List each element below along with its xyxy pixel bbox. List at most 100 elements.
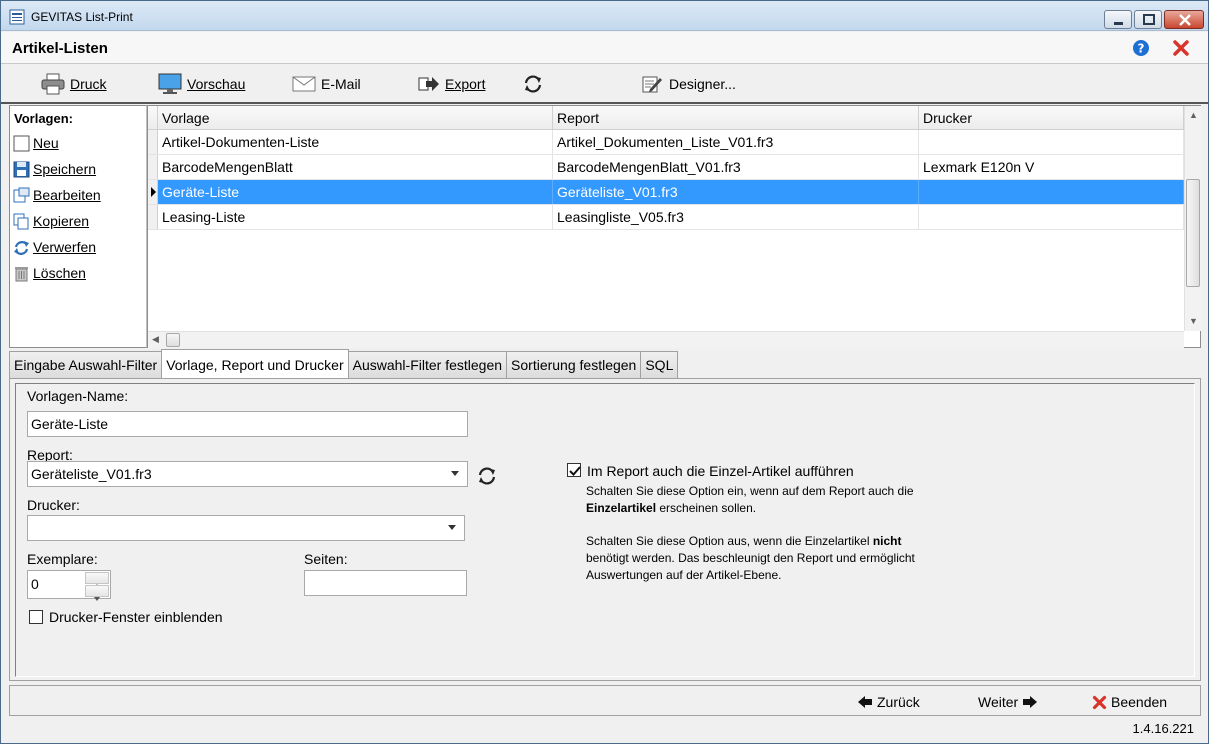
chevron-down-icon (448, 525, 456, 530)
horizontal-scroll-thumb[interactable] (166, 333, 180, 347)
hint-text: Schalten Sie diese Option aus, wenn die … (586, 534, 873, 548)
maximize-icon (1143, 14, 1155, 25)
column-header-vorlage[interactable]: Vorlage (158, 106, 553, 129)
exit-button[interactable]: Beenden (1092, 692, 1167, 712)
einzel-artikel-label: Im Report auch die Einzel-Artikel auffüh… (587, 463, 854, 479)
status-bar: 1.4.16.221 (1, 717, 1208, 743)
row-indicator (148, 130, 158, 154)
spin-up-button[interactable] (85, 572, 109, 588)
vorlagen-name-label: Vorlagen-Name: (27, 388, 129, 404)
sidebar-item-label: Speichern (33, 161, 97, 177)
arrow-right-icon (1023, 696, 1038, 708)
vorlagen-name-input[interactable]: Geräte-Liste (27, 411, 468, 437)
sidebar-item-edit[interactable]: Bearbeiten (13, 185, 101, 205)
drucker-select[interactable] (27, 515, 465, 541)
sidebar-item-delete[interactable]: Löschen (13, 263, 86, 283)
email-button[interactable]: E-Mail (292, 71, 361, 97)
seiten-label: Seiten: (304, 551, 348, 567)
new-document-icon (13, 135, 30, 151)
table-row[interactable]: BarcodeMengenBlatt BarcodeMengenBlatt_V0… (148, 155, 1184, 180)
table-row[interactable]: Leasing-Liste Leasingliste_V05.fr3 (148, 205, 1184, 230)
tab-panel-content: Vorlagen-Name: Geräte-Liste Report: Gerä… (15, 383, 1195, 677)
seiten-input[interactable] (304, 570, 467, 596)
hint-bold: Einzelartikel (586, 501, 657, 515)
navigation-bar: Zurück Weiter Beenden (9, 685, 1201, 716)
drucker-fenster-label: Drucker-Fenster einblenden (49, 609, 223, 625)
sidebar-item-new[interactable]: Neu (13, 133, 59, 153)
next-button-label: Weiter (978, 694, 1019, 710)
tab-eingabe-auswahl-filter[interactable]: Eingabe Auswahl-Filter (9, 351, 163, 378)
tab-vorlage-report-drucker[interactable]: Vorlage, Report und Drucker (161, 349, 349, 378)
app-window: GEVITAS List-Print Artikel-Listen ? Druc… (0, 0, 1209, 744)
table-row[interactable]: Geräte-Liste Geräteliste_V01.fr3 (148, 180, 1184, 205)
sidebar-item-discard[interactable]: Verwerfen (13, 237, 96, 257)
row-indicator (148, 205, 158, 229)
report-select[interactable]: Geräteliste_V01.fr3 (27, 461, 468, 487)
hint-text: Schalten Sie diese Option ein, wenn auf … (586, 484, 914, 498)
drucker-label: Drucker: (27, 497, 80, 513)
einzel-artikel-hint-1: Schalten Sie diese Option ein, wenn auf … (586, 483, 914, 517)
drucker-fenster-checkbox[interactable] (29, 610, 43, 624)
window-title: GEVITAS List-Print (31, 10, 133, 24)
sidebar-item-label: Verwerfen (33, 239, 97, 255)
sidebar-item-label: Löschen (33, 265, 86, 281)
back-button[interactable]: Zurück (857, 692, 920, 712)
discard-icon (14, 240, 29, 255)
refresh-button[interactable] (522, 71, 544, 97)
print-button-label: Druck (70, 76, 107, 92)
cell-vorlage: Leasing-Liste (158, 205, 553, 229)
row-indicator (148, 155, 158, 179)
vertical-scrollbar[interactable]: ▲ ▼ (1184, 106, 1201, 331)
hint-text: erscheinen sollen. (656, 501, 757, 515)
preview-button[interactable]: Vorschau (158, 71, 245, 97)
window-close-button[interactable] (1164, 10, 1204, 29)
column-header-drucker[interactable]: Drucker (919, 106, 1184, 129)
table-row[interactable]: Artikel-Dokumenten-Liste Artikel_Dokumen… (148, 130, 1184, 155)
version-label: 1.4.16.221 (1132, 721, 1194, 736)
hint-text: Schalten Sie diese Option aus, wenn die … (586, 533, 915, 550)
row-indicator (148, 180, 158, 204)
sidebar-item-label: Kopieren (33, 213, 90, 229)
designer-button-label: Designer... (669, 76, 736, 92)
export-arrow-icon (418, 77, 439, 91)
export-button[interactable]: Export (418, 71, 485, 97)
copy-icon (13, 213, 29, 229)
header-bar: Artikel-Listen ? (1, 32, 1208, 64)
minimize-icon (1114, 22, 1123, 25)
maximize-button[interactable] (1134, 10, 1162, 29)
current-row-arrow-icon (151, 187, 156, 197)
preview-button-label: Vorschau (187, 76, 246, 92)
cell-drucker (919, 180, 1184, 204)
checkmark-icon (569, 466, 581, 476)
cell-vorlage: Geräte-Liste (158, 180, 553, 204)
cell-drucker: Lexmark E120n V (919, 155, 1184, 179)
horizontal-scrollbar[interactable]: ◀ (148, 331, 1184, 348)
einzel-artikel-checkbox[interactable] (567, 463, 581, 477)
hint-text: Einzelartikel erscheinen sollen. (586, 500, 914, 517)
refresh-icon[interactable] (476, 465, 498, 487)
vertical-scroll-thumb[interactable] (1186, 179, 1200, 287)
tab-sql[interactable]: SQL (640, 351, 679, 378)
refresh-icon (524, 75, 542, 93)
close-icon[interactable] (1172, 39, 1190, 57)
next-button[interactable]: Weiter (978, 692, 1038, 712)
tab-auswahl-filter-festlegen[interactable]: Auswahl-Filter festlegen (347, 351, 508, 378)
scroll-left-arrow-icon[interactable]: ◀ (152, 334, 159, 345)
sidebar-item-save[interactable]: Speichern (13, 159, 96, 179)
scroll-down-arrow-icon[interactable]: ▼ (1189, 316, 1198, 326)
sidebar-item-label: Neu (33, 135, 59, 151)
spin-down-button[interactable] (85, 585, 109, 601)
column-header-report[interactable]: Report (553, 106, 919, 129)
arrow-left-icon (858, 696, 872, 708)
page-title: Artikel-Listen (12, 40, 108, 57)
minimize-button[interactable] (1104, 10, 1132, 29)
scroll-up-arrow-icon[interactable]: ▲ (1189, 110, 1198, 120)
print-button[interactable]: Druck (41, 71, 107, 97)
sidebar-item-copy[interactable]: Kopieren (13, 211, 89, 231)
tab-sortierung-festlegen[interactable]: Sortierung festlegen (506, 351, 642, 378)
title-bar: GEVITAS List-Print (1, 1, 1208, 31)
help-icon[interactable]: ? (1132, 39, 1150, 57)
designer-button[interactable]: Designer... (642, 71, 736, 97)
exemplare-stepper[interactable]: 0 (27, 570, 111, 601)
printer-icon (41, 73, 65, 95)
